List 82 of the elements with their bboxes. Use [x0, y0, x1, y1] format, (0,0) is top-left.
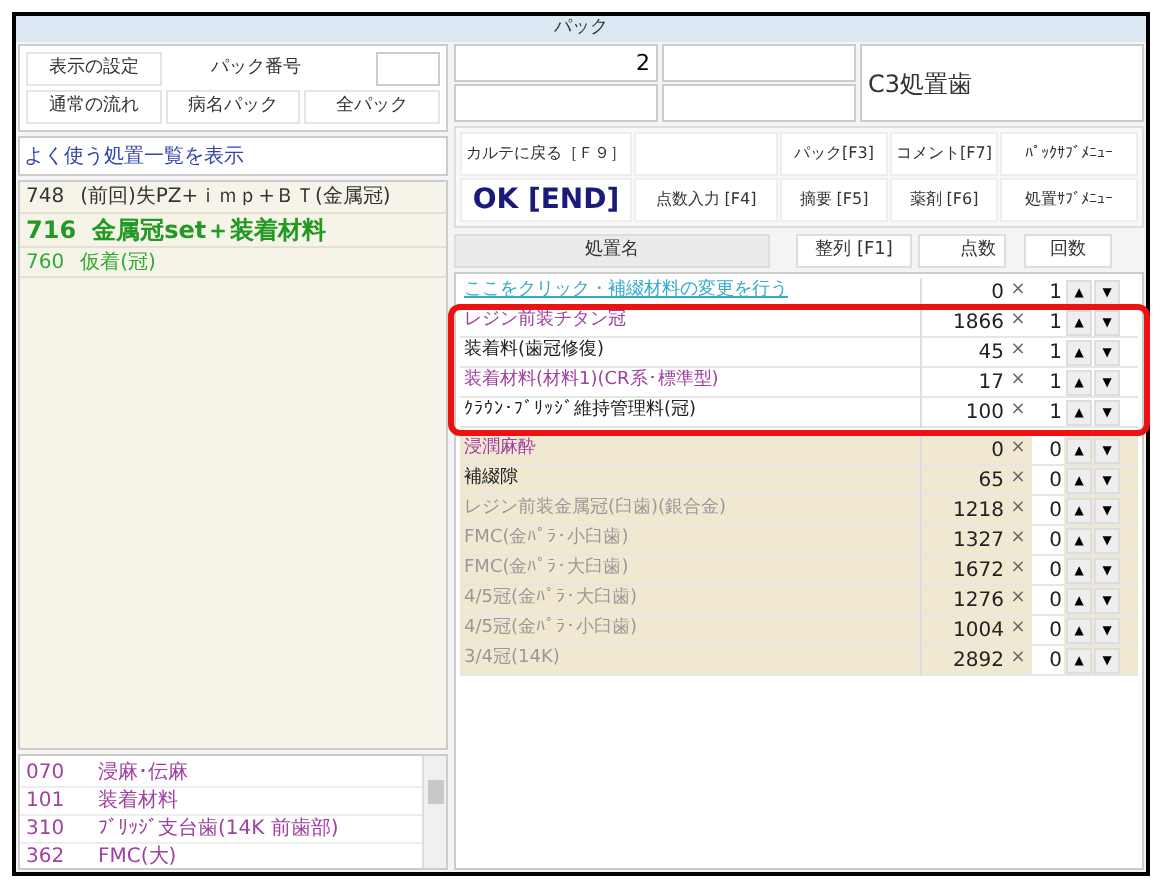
procedure-name: レジン前装チタン冠 [462, 308, 628, 335]
times-field[interactable]: 0 [1032, 526, 1064, 554]
procedure-name: レジン前装金属冠(臼歯)(銀合金) [462, 496, 729, 523]
menu-button[interactable]: コメント[F7] [890, 132, 998, 176]
item-name: 仮着(冠) [80, 249, 156, 277]
item-name: FMC(大) [98, 844, 177, 868]
points-value: 2892 [920, 645, 1004, 675]
item-name: (前回)失PZ+ｉｍｐ+ＢＴ(金属冠) [80, 183, 391, 212]
multiply-sign: × [1008, 278, 1028, 305]
disease-pack-button[interactable]: 病名パック [165, 90, 301, 124]
times-field[interactable]: 0 [1032, 466, 1064, 494]
menu-button[interactable]: 薬剤 [F6] [890, 178, 998, 222]
menu-button[interactable]: パック[F3] [780, 132, 888, 176]
pack-number-field[interactable] [375, 52, 440, 86]
input-field[interactable] [454, 84, 658, 122]
item-code: 362 [26, 844, 67, 868]
item-code: 748 [26, 184, 65, 212]
count-field[interactable]: 2 [454, 44, 658, 82]
points-value: 0 [920, 277, 1004, 307]
scroll-thumb[interactable] [428, 780, 444, 804]
procedure-name: 3/4冠(14K) [462, 646, 562, 673]
tooth-field: C3処置歯 [860, 44, 1144, 122]
multiply-sign: × [1008, 586, 1028, 613]
input-field[interactable] [662, 84, 856, 122]
item-code: 101 [26, 788, 67, 814]
menu-button[interactable]: カルテに戻る［Ｆ９］ [460, 132, 632, 176]
all-packs-button[interactable]: 全パック [304, 90, 440, 124]
multiply-sign: × [1008, 616, 1028, 643]
times-field[interactable]: 0 [1032, 616, 1064, 644]
multiply-sign: × [1008, 338, 1028, 365]
category-item[interactable]: 310 ﾌﾞﾘｯｼﾞ支台歯(14K 前歯部) [20, 816, 422, 844]
category-item[interactable]: 101 装着材料 [20, 788, 422, 816]
procedure-name: 装着料(歯冠修復) [462, 338, 607, 365]
frequent-list-link[interactable]: よく使う処置一覧を表示 [18, 136, 448, 176]
column-header[interactable]: 整列 [F1] [796, 234, 912, 268]
item-code: 070 [26, 760, 67, 786]
points-value: 100 [920, 397, 1004, 427]
multiply-sign: × [1008, 496, 1028, 523]
menu-button[interactable]: 処置ｻﾌﾞﾒﾆｭｰ [1000, 178, 1138, 222]
multiply-sign: × [1008, 526, 1028, 553]
menu-button[interactable]: ﾊﾟｯｸｻﾌﾞﾒﾆｭｰ [1000, 132, 1138, 176]
item-name: 金属冠set＋装着材料 [92, 214, 327, 248]
menu-button[interactable]: 点数入力 [F4] [634, 178, 778, 222]
item-code: 310 [26, 816, 67, 842]
procedure-name: FMC(金ﾊﾟﾗ･大臼歯) [462, 556, 631, 583]
item-name: 浸麻･伝麻 [98, 760, 188, 786]
normal-flow-button[interactable]: 通常の流れ [26, 90, 162, 124]
times-field[interactable]: 0 [1032, 496, 1064, 524]
pack-number-label: パック番号 [208, 55, 301, 82]
window-title: パック [16, 16, 1146, 42]
times-field[interactable]: 0 [1032, 556, 1064, 584]
ok-button[interactable]: OK [END] [460, 178, 632, 222]
column-header[interactable]: 回数 [1024, 234, 1112, 268]
times-field[interactable]: 0 [1032, 436, 1064, 464]
frequent-item[interactable]: 748 (前回)失PZ+ｉｍｐ+ＢＴ(金属冠) [20, 182, 446, 214]
multiply-sign: × [1008, 436, 1028, 463]
times-field[interactable]: 0 [1032, 646, 1064, 674]
procedure-name: 4/5冠(金ﾊﾟﾗ･大臼歯) [462, 586, 640, 613]
item-code: 716 [26, 214, 77, 248]
multiply-sign: × [1008, 308, 1028, 335]
display-settings-button[interactable]: 表示の設定 [26, 52, 162, 86]
multiply-sign: × [1008, 398, 1028, 425]
procedure-name: 装着材料(材料1)(CR系･標準型) [462, 368, 721, 395]
procedure-name: ｸﾗｳﾝ･ﾌﾞﾘｯｼﾞ維持管理料(冠) [462, 398, 699, 425]
item-name: ﾌﾞﾘｯｼﾞ支台歯(14K 前歯部) [98, 816, 339, 842]
multiply-sign: × [1008, 646, 1028, 673]
procedure-name: FMC(金ﾊﾟﾗ･小臼歯) [462, 526, 631, 553]
scrollbar[interactable] [422, 756, 446, 868]
column-header[interactable]: 処置名 [454, 234, 770, 268]
category-item[interactable]: 070 浸麻･伝麻 [20, 760, 422, 788]
item-code: 760 [26, 249, 65, 277]
procedure-name: 浸潤麻酔 [462, 436, 538, 463]
menu-button[interactable]: 摘要 [F5] [780, 178, 888, 222]
procedure-name: 4/5冠(金ﾊﾟﾗ･小臼歯) [462, 616, 640, 643]
item-name: 装着材料 [98, 788, 178, 814]
input-field[interactable] [662, 44, 856, 82]
times-field[interactable]: 0 [1032, 586, 1064, 614]
column-header[interactable]: 点数 [918, 234, 1006, 268]
procedure-name: 補綴隙 [462, 466, 520, 493]
multiply-sign: × [1008, 368, 1028, 395]
multiply-sign: × [1008, 556, 1028, 583]
multiply-sign: × [1008, 466, 1028, 493]
